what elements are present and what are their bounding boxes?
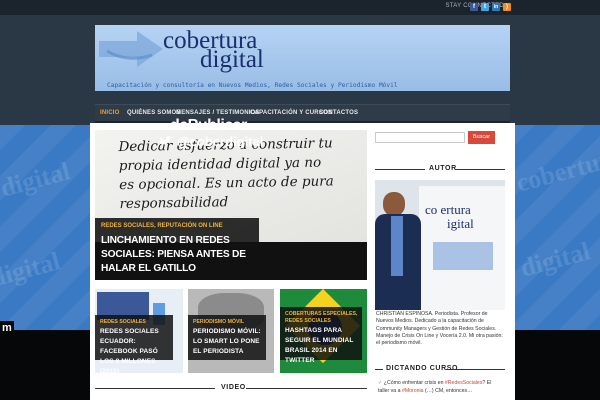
rss-icon[interactable]: )	[503, 3, 511, 11]
author-bio: CHRISTIAN ESPINOSA. Periodista. Profesor…	[376, 311, 503, 347]
section-divider	[375, 369, 383, 370]
nav-item-mensajes[interactable]: MENSAJES / TESTIMONIOS	[176, 110, 260, 116]
curso-hashtag-link[interactable]: #RedesSociales	[445, 380, 483, 386]
image-overlay-text: dePublicar	[170, 117, 247, 134]
curso-hashtag-link[interactable]: #Moronia	[402, 388, 424, 394]
post-caption-box: REDES SOCIALES REDES SOCIALES ECUADOR: F…	[95, 315, 173, 373]
post-title[interactable]: PERIODISMO MÓVIL: LO SMART LO PONE EL PE…	[193, 327, 265, 357]
main-navigation: INICIO QUIÉNES SOMOS MENSAJES / TESTIMON…	[95, 104, 510, 121]
post-card[interactable]: PERIODISMO MÓVIL PERIODISMO MÓVIL: LO SM…	[188, 289, 274, 373]
featured-category[interactable]: REDES SOCIALES, REPUTACIÓN ON LINE	[101, 223, 223, 229]
post-category[interactable]: REDES SOCIALES	[100, 319, 146, 326]
twitter-icon[interactable]: t	[481, 3, 489, 11]
section-divider	[246, 388, 367, 389]
video-section-title: VIDEO	[221, 384, 246, 391]
twitter-bird-icon	[159, 136, 172, 145]
watermark-text: digital	[517, 236, 594, 283]
post-card[interactable]: REDES SOCIALES REDES SOCIALES ECUADOR: F…	[95, 289, 183, 373]
watermark-text: digital	[0, 246, 64, 293]
post-caption-box: COBERTURAS ESPECIALES, REDES SOCIALES HA…	[280, 307, 362, 364]
search-button[interactable]: Buscar	[468, 131, 495, 144]
site-header-banner[interactable]: cobertura digital Capacitación y consult…	[95, 25, 510, 91]
site-logo-line2: digital	[200, 46, 264, 73]
post-category[interactable]: PERIODISMO MÓVIL	[193, 319, 244, 326]
banner-stand-logo: igital	[447, 216, 474, 231]
post-title[interactable]: REDES SOCIALES ECUADOR: FACEBOOK PASÓ LO…	[100, 327, 172, 373]
site-tagline: Capacitación y consultoría en Nuevos Med…	[107, 82, 398, 89]
person-shirt-image	[391, 216, 403, 276]
section-divider	[375, 169, 425, 170]
section-divider	[95, 388, 215, 389]
person-head-image	[383, 192, 405, 216]
nav-item-contactos[interactable]: CONTACTOS	[319, 110, 358, 116]
curso-text: (…) CM, entonces…	[423, 387, 473, 394]
linkedin-icon[interactable]: in	[492, 3, 500, 11]
section-divider	[455, 169, 505, 170]
post-caption-box: PERIODISMO MÓVIL PERIODISMO MÓVIL: LO SM…	[188, 315, 266, 360]
image-handle-text: @coberdigital	[177, 134, 264, 149]
watermark-text: cobertura	[512, 141, 600, 198]
nav-item-quienes-somos[interactable]: QUIÉNES SOMOS	[127, 110, 181, 116]
author-photo[interactable]: co ertura igital	[375, 180, 505, 310]
watermark-text: digital	[0, 156, 74, 203]
post-title[interactable]: HASHTAGS PARA SEGUIR EL MUNDIAL BRASIL 2…	[285, 326, 361, 366]
nav-item-inicio[interactable]: INICIO	[100, 110, 120, 116]
curso-tweet: ✓ ¿Cómo enfrentar crisis en #RedesSocial…	[378, 380, 503, 395]
author-section-title: AUTOR	[429, 165, 457, 172]
left-edge-letter: m	[0, 321, 14, 335]
section-divider	[446, 369, 505, 370]
post-card[interactable]: COBERTURAS ESPECIALES, REDES SOCIALES HA…	[280, 289, 367, 373]
facebook-icon[interactable]: f	[470, 3, 478, 11]
banner-screens-image	[433, 242, 493, 270]
arrow-logo-icon	[99, 31, 163, 67]
search-input[interactable]	[375, 132, 465, 143]
post-category[interactable]: COBERTURAS ESPECIALES, REDES SOCIALES	[285, 311, 361, 325]
featured-title[interactable]: LINCHAMIENTO EN REDES SOCIALES: PIENSA A…	[101, 234, 261, 276]
top-bar: STAY CONNECTED f t in )	[0, 0, 600, 15]
curso-text: ¿Cómo enfrentar crisis en	[383, 380, 445, 386]
